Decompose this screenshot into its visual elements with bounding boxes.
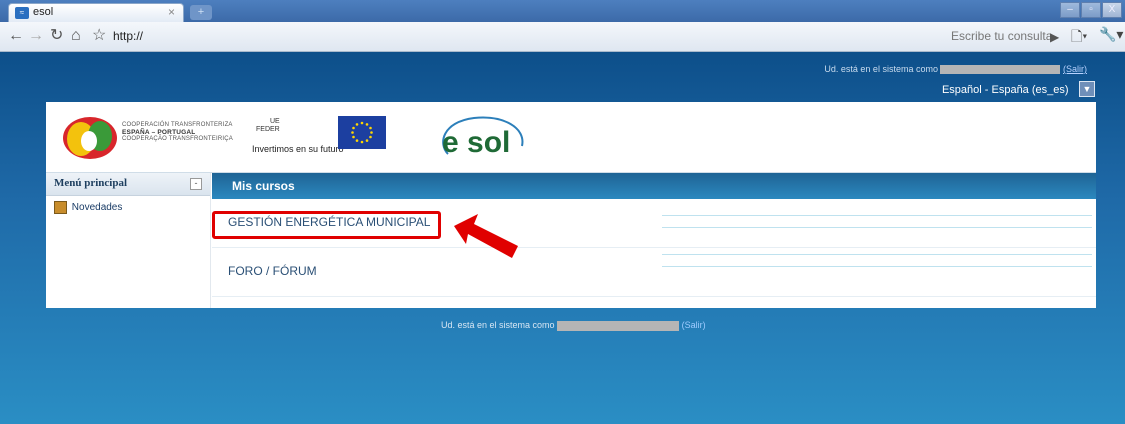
sidebar-item-label: Novedades <box>71 202 123 214</box>
course-row: FORO / FÓRUM <box>212 248 1096 297</box>
wrench-icon[interactable]: 🔧▾ <box>1099 26 1123 43</box>
page-menu-icon[interactable]: 🗋▾ <box>1071 26 1087 50</box>
site-favicon-icon: ≈ <box>15 7 29 19</box>
divider-line <box>662 266 1092 267</box>
sidebar-header: Menú principal - <box>46 173 210 196</box>
main-container: COOPERACIÓN TRANSFRONTERIZA ESPAÑA – POR… <box>46 102 1096 308</box>
footer-logout-link[interactable]: (Salir) <box>682 320 706 330</box>
forum-icon <box>54 201 67 214</box>
page-background: Ud. está en el sistema como (Salir) Espa… <box>0 52 1125 424</box>
page-title: Mis cursos <box>232 179 295 193</box>
poctep-text: COOPERACIÓN TRANSFRONTERIZA ESPAÑA – POR… <box>122 122 233 143</box>
sidebar: Menú principal - Novedades <box>46 173 211 308</box>
divider-line <box>662 215 1092 216</box>
footer-logged-in-text: Ud. está en el sistema como <box>441 320 555 330</box>
ue-feder-text: UE FEDER <box>256 118 280 134</box>
eu-flag-icon <box>338 116 386 149</box>
logged-in-text: Ud. está en el sistema como <box>824 64 938 74</box>
course-link-foro[interactable]: FORO / FÓRUM <box>228 264 317 278</box>
site-header: COOPERACIÓN TRANSFRONTERIZA ESPAÑA – POR… <box>46 102 1096 173</box>
ue-label: UE <box>270 118 280 125</box>
main-content: Mis cursos GESTIÓN ENERGÉTICA MUNICIPAL … <box>212 173 1096 308</box>
esol-logo: e sol <box>442 116 524 159</box>
logged-in-info: Ud. está en el sistema como (Salir) <box>824 64 1087 75</box>
close-window-button[interactable]: X <box>1102 2 1122 18</box>
tab-close-icon[interactable]: × <box>168 5 175 19</box>
search-input[interactable]: Escribe tu consulta <box>951 29 1052 43</box>
invest-slogan: Invertimos en su futuro <box>252 144 344 154</box>
footer-logged-in-info: Ud. está en el sistema como (Salir) <box>441 320 706 331</box>
new-tab-button[interactable]: + <box>190 5 212 20</box>
footer-user-name-redacted <box>557 320 680 331</box>
user-name-redacted <box>940 65 1061 75</box>
poctep-line: ESPAÑA – PORTUGAL <box>122 129 196 136</box>
address-bar[interactable]: http:// <box>113 29 143 43</box>
home-icon[interactable]: ⌂ <box>71 27 81 45</box>
divider-line <box>662 227 1092 228</box>
language-selector[interactable]: Español - España (es_es) ▼ <box>942 80 1095 97</box>
restore-button[interactable]: ▫ <box>1081 2 1101 18</box>
forward-arrow-icon[interactable]: → <box>28 27 44 45</box>
collapse-icon[interactable]: - <box>190 178 202 190</box>
go-arrow-icon[interactable]: ▶ <box>1050 28 1059 46</box>
chevron-down-icon[interactable]: ▼ <box>1079 80 1095 97</box>
divider-line <box>662 254 1092 255</box>
sidebar-title: Menú principal <box>54 177 128 189</box>
sidebar-item-novedades[interactable]: Novedades <box>54 201 122 214</box>
reload-icon[interactable]: ↻ <box>50 27 63 45</box>
minimize-button[interactable]: – <box>1060 2 1080 18</box>
browser-toolbar: ← → ↻ ⌂ ☆ http:// Escribe tu consulta ▶ … <box>0 22 1125 52</box>
logout-link[interactable]: (Salir) <box>1063 64 1087 74</box>
poctep-line: COOPERAÇÃO TRANSFRONTEIRIÇA <box>122 136 233 142</box>
feder-label: FEDER <box>256 126 280 133</box>
highlight-box <box>212 211 441 239</box>
pointer-arrow-icon <box>454 214 518 258</box>
back-arrow-icon[interactable]: ← <box>8 27 24 45</box>
bookmark-star-icon[interactable]: ☆ <box>92 27 106 45</box>
browser-tab[interactable]: ≈ esol × <box>8 3 184 22</box>
esol-logo-text: e sol <box>442 126 510 159</box>
tab-title: esol <box>33 6 54 18</box>
language-value: Español - España (es_es) <box>941 84 1069 96</box>
poctep-line: COOPERACIÓN TRANSFRONTERIZA <box>122 122 233 128</box>
content-header: Mis cursos <box>212 173 1096 199</box>
poctep-logo <box>63 117 117 159</box>
browser-tabbar: ≈ esol × + – ▫ X <box>0 0 1125 22</box>
